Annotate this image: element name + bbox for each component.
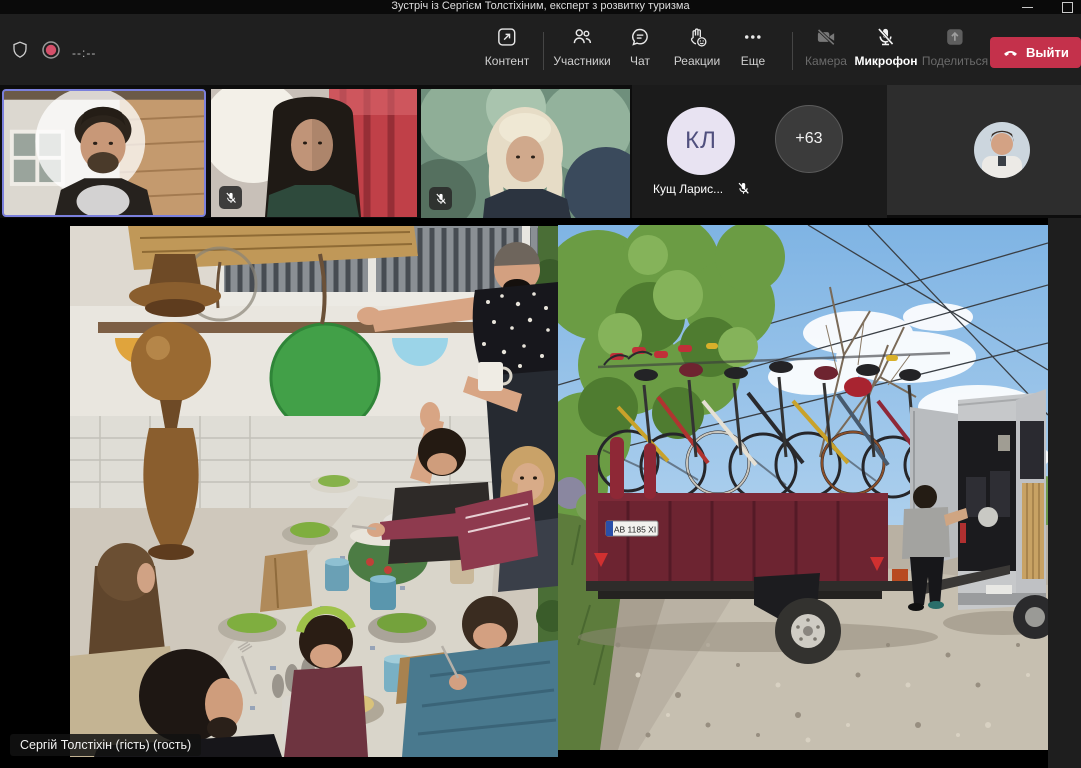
shield-icon — [10, 40, 30, 60]
video-thumbnail-participant-3[interactable] — [421, 89, 630, 218]
dinner-photo-graphic — [70, 226, 558, 757]
shared-photo-dinner — [70, 226, 558, 757]
more-dots-icon — [742, 26, 764, 48]
teams-meeting-window: Зустріч із Сергієм Толстіхіним, експерт … — [0, 0, 1081, 768]
camera-off-icon — [815, 26, 837, 48]
self-view-tile[interactable] — [887, 85, 1081, 215]
video-feed-blonde-woman — [421, 89, 630, 218]
share-content-icon — [496, 26, 518, 48]
muted-mic-badge — [429, 187, 452, 210]
reactions-icon — [686, 26, 708, 48]
stage-right-gutter — [1048, 218, 1081, 768]
bikes-photo-graphic: АВ 1185 ХІ — [558, 225, 1048, 750]
more-label: Еще — [741, 54, 765, 68]
phone-hangup-icon — [1002, 44, 1019, 61]
chat-button[interactable]: Чат — [629, 22, 651, 80]
camera-label: Камера — [805, 54, 847, 68]
video-feed-man — [4, 91, 204, 215]
shared-photo-bikes: АВ 1185 ХІ — [558, 225, 1048, 750]
muted-mic-badge — [219, 186, 242, 209]
reactions-label: Реакции — [674, 54, 720, 68]
record-indicator-icon — [41, 40, 61, 60]
self-avatar — [974, 122, 1030, 178]
microphone-label: Микрофон — [855, 54, 918, 68]
license-plate-text: АВ 1185 ХІ — [614, 525, 656, 535]
share-button[interactable]: Поделиться — [922, 22, 988, 80]
meeting-timer: --:-- — [72, 46, 96, 60]
mic-off-icon — [875, 26, 897, 48]
share-label: Поделиться — [922, 54, 988, 68]
meeting-title: Зустріч із Сергієм Толстіхіним, експерт … — [0, 0, 1081, 14]
microphone-button[interactable]: Микрофон — [855, 22, 918, 80]
share-up-arrow-icon — [944, 26, 966, 48]
participant-filmstrip: КЛ +63 Кущ Ларис... — [0, 85, 1081, 218]
participants-button[interactable]: Участники — [553, 22, 610, 80]
maximize-button[interactable] — [1052, 0, 1081, 14]
titlebar: Зустріч із Сергієм Толстіхіним, експерт … — [0, 0, 1081, 14]
shared-content-stage: АВ 1185 ХІ Сергій Толстіхін (гість) (гос… — [0, 218, 1081, 768]
maximize-icon — [1062, 2, 1073, 13]
mic-off-icon — [434, 192, 448, 206]
presenter-name-label: Сергій Толстіхін (гість) (гость) — [10, 734, 201, 756]
participants-label: Участники — [553, 54, 610, 68]
content-label: Контент — [485, 54, 529, 68]
muted-mic-icon — [736, 181, 751, 196]
overflow-count-badge[interactable]: +63 — [775, 105, 843, 173]
video-thumbnail-participant-2[interactable] — [211, 89, 417, 217]
minimize-icon — [1022, 7, 1033, 8]
mic-off-icon — [224, 191, 238, 205]
leave-button[interactable]: Выйти — [990, 37, 1081, 68]
reactions-button[interactable]: Реакции — [674, 22, 720, 80]
more-button[interactable]: Еще — [741, 22, 765, 80]
meeting-toolbar: --:-- Контент Участники — [0, 14, 1081, 85]
toolbar-divider — [543, 32, 544, 70]
content-button[interactable]: Контент — [485, 22, 529, 80]
participant-tile-kl[interactable]: КЛ +63 Кущ Ларис... — [632, 85, 887, 218]
video-thumbnail-speaker[interactable] — [2, 89, 206, 217]
participants-icon — [571, 26, 593, 48]
participant-name: Кущ Ларис... — [653, 182, 723, 196]
camera-button[interactable]: Камера — [805, 22, 847, 80]
chat-label: Чат — [630, 54, 650, 68]
self-avatar-photo — [974, 122, 1030, 178]
toolbar-divider — [792, 32, 793, 70]
avatar-initials[interactable]: КЛ — [667, 107, 735, 175]
leave-label: Выйти — [1026, 45, 1069, 60]
chat-icon — [629, 26, 651, 48]
minimize-button[interactable] — [1012, 0, 1042, 14]
